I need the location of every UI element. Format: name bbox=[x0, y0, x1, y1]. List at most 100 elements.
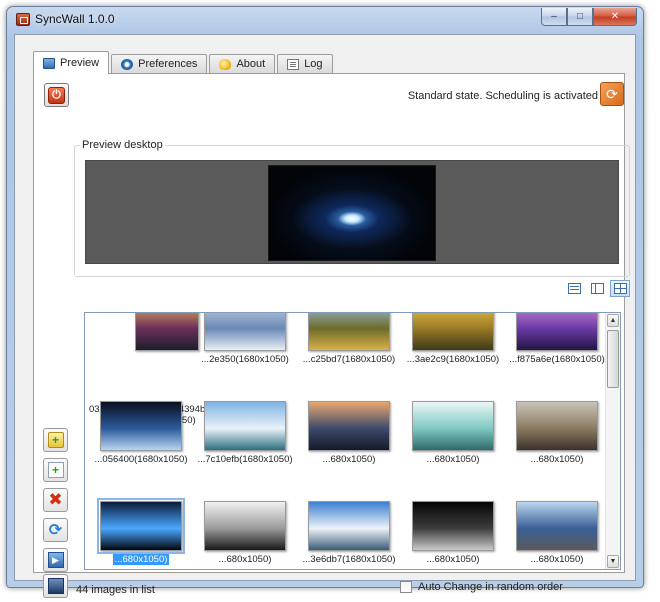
auto-change-option[interactable]: Auto Change in random order bbox=[400, 581, 563, 593]
delete-icon: ✖ bbox=[48, 490, 63, 509]
caption-text: ...3e6db7(1680x1050) bbox=[302, 554, 396, 565]
set-wallpaper-icon: ▶ bbox=[47, 552, 64, 568]
detail-view-button[interactable] bbox=[587, 280, 607, 297]
wallpaper-thumbnail bbox=[516, 401, 598, 451]
gallery-item[interactable]: ...680x1050) bbox=[297, 401, 401, 465]
thumbnail-caption: ...f875a6e(1680x1050) bbox=[505, 354, 609, 365]
caption-text: ...680x1050) bbox=[112, 554, 170, 565]
refresh-button[interactable]: ⟳ bbox=[43, 518, 68, 542]
gallery-item[interactable]: ...680x1050) bbox=[193, 501, 297, 565]
thumbnail-caption: ...c25bd7(1680x1050) bbox=[297, 354, 401, 365]
power-button[interactable]: ⏻ bbox=[44, 83, 69, 107]
caption-text: ...680x1050) bbox=[530, 554, 584, 565]
thumbnail-caption: ...7c10efb(1680x1050) bbox=[193, 454, 297, 465]
gallery-item[interactable]: ...680x1050) bbox=[89, 498, 193, 565]
thumbnail-caption: ...3ae2c9(1680x1050) bbox=[401, 354, 505, 365]
thumbnail-caption: ...680x1050) bbox=[401, 554, 505, 565]
caption-text: ...3ae2c9(1680x1050) bbox=[406, 354, 500, 365]
gallery-item[interactable]: ...2e350(1680x1050) bbox=[193, 313, 297, 365]
gallery-scrollbar[interactable]: ▲ ▼ bbox=[605, 313, 620, 569]
close-button[interactable]: ✕ bbox=[593, 8, 637, 26]
thumbnail-caption: ...2e350(1680x1050) bbox=[193, 354, 297, 365]
detail-view-icon bbox=[590, 283, 604, 294]
gear-icon bbox=[121, 58, 134, 70]
wallpaper-thumbnail bbox=[308, 501, 390, 551]
wallpaper-thumbnail bbox=[97, 498, 185, 554]
window-title: SyncWall 1.0.0 bbox=[35, 12, 115, 26]
wallpaper-thumbnail bbox=[204, 401, 286, 451]
preview-panel: ⏻ Standard state. Scheduling is activate… bbox=[33, 73, 630, 598]
wallpaper-thumbnail bbox=[412, 401, 494, 451]
power-icon: ⏻ bbox=[48, 86, 65, 104]
gallery-item[interactable]: ...f875a6e(1680x1050) bbox=[505, 313, 609, 365]
caption-text: ...680x1050) bbox=[426, 554, 480, 565]
tab-about[interactable]: About bbox=[209, 54, 276, 73]
gallery-item[interactable]: ...056400(1680x1050) bbox=[89, 401, 193, 465]
wallpaper-thumbnail bbox=[204, 501, 286, 551]
image-gallery[interactable]: 038a966b293be4a3b4394bc8b5b0b07d (1680x1… bbox=[84, 312, 621, 570]
thumbnail-view-icon bbox=[613, 283, 627, 294]
tab-log[interactable]: Log bbox=[277, 54, 333, 73]
thumbnail-caption: ...056400(1680x1050) bbox=[89, 454, 193, 465]
list-view-button[interactable] bbox=[564, 280, 584, 297]
add-folder-icon: + bbox=[47, 432, 64, 448]
preview-wallpaper bbox=[268, 165, 436, 261]
caption-text: ...c25bd7(1680x1050) bbox=[302, 354, 396, 365]
gallery-item[interactable]: ...3e6db7(1680x1050) bbox=[297, 501, 401, 565]
tab-preferences[interactable]: Preferences bbox=[111, 54, 208, 73]
caption-text: ...056400(1680x1050) bbox=[94, 454, 188, 465]
auto-change-label: Auto Change in random order bbox=[418, 581, 563, 593]
gallery-item[interactable]: ...7c10efb(1680x1050) bbox=[193, 401, 297, 465]
title-bar[interactable]: SyncWall 1.0.0 – □ ✕ bbox=[7, 7, 643, 33]
caption-text: ...680x1050) bbox=[426, 454, 480, 465]
minimize-button[interactable]: – bbox=[541, 8, 567, 26]
thumbnail-caption: ...680x1050) bbox=[193, 554, 297, 565]
app-window: SyncWall 1.0.0 – □ ✕ Preview Preferences… bbox=[6, 6, 644, 598]
thumbnail-caption: ...680x1050) bbox=[89, 554, 193, 565]
desktop-preview bbox=[85, 160, 619, 264]
window-client: Preview Preferences About Log ⏻ Standard… bbox=[14, 34, 636, 598]
log-icon bbox=[287, 58, 300, 70]
maximize-button[interactable]: □ bbox=[567, 8, 593, 26]
bulb-icon bbox=[219, 58, 232, 70]
desktop-icon bbox=[47, 578, 64, 594]
add-file-button[interactable]: + bbox=[43, 458, 68, 482]
gallery-item[interactable]: ...680x1050) bbox=[401, 501, 505, 565]
wallpaper-thumbnail bbox=[516, 313, 598, 351]
scroll-up-button[interactable]: ▲ bbox=[607, 314, 619, 327]
caption-text: ...680x1050) bbox=[322, 454, 376, 465]
auto-change-checkbox[interactable] bbox=[400, 581, 412, 593]
tab-bar: Preview Preferences About Log bbox=[33, 50, 335, 74]
thumbnail-caption: ...680x1050) bbox=[297, 454, 401, 465]
wallpaper-thumbnail bbox=[308, 313, 390, 351]
gallery-item[interactable]: ...680x1050) bbox=[505, 401, 609, 465]
delete-button[interactable]: ✖ bbox=[43, 488, 68, 512]
schedule-icon[interactable]: ⟳ bbox=[600, 82, 624, 106]
thumbnail-caption: ...3e6db7(1680x1050) bbox=[297, 554, 401, 565]
thumbnail-caption: ...680x1050) bbox=[401, 454, 505, 465]
add-folder-button[interactable]: + bbox=[43, 428, 68, 452]
tab-preferences-label: Preferences bbox=[138, 58, 198, 70]
add-file-icon: + bbox=[47, 462, 64, 478]
window-controls: – □ ✕ bbox=[541, 8, 637, 26]
caption-text: ...7c10efb(1680x1050) bbox=[197, 454, 293, 465]
thumbnail-caption: ...680x1050) bbox=[505, 554, 609, 565]
desktop-button[interactable] bbox=[43, 574, 68, 598]
wallpaper-thumbnail bbox=[516, 501, 598, 551]
tab-preview[interactable]: Preview bbox=[33, 51, 110, 74]
scroll-down-button[interactable]: ▼ bbox=[607, 555, 619, 568]
wallpaper-thumbnail bbox=[308, 401, 390, 451]
gallery-item[interactable]: ...c25bd7(1680x1050) bbox=[297, 313, 401, 365]
tab-about-label: About bbox=[236, 58, 266, 70]
gallery-item[interactable]: ...680x1050) bbox=[505, 501, 609, 565]
wallpaper-thumbnail bbox=[412, 313, 494, 351]
thumbnail-view-button[interactable] bbox=[610, 280, 630, 297]
gallery-item[interactable]: ...3ae2c9(1680x1050) bbox=[401, 313, 505, 365]
set-wallpaper-button[interactable]: ▶ bbox=[43, 548, 68, 572]
wallpaper-thumbnail bbox=[204, 313, 286, 351]
caption-text: ...2e350(1680x1050) bbox=[201, 354, 289, 365]
preview-desktop-group: Preview desktop bbox=[74, 139, 630, 277]
scroll-thumb[interactable] bbox=[607, 330, 619, 388]
gallery-item[interactable]: ...680x1050) bbox=[401, 401, 505, 465]
images-count: 44 images in list bbox=[76, 584, 155, 596]
